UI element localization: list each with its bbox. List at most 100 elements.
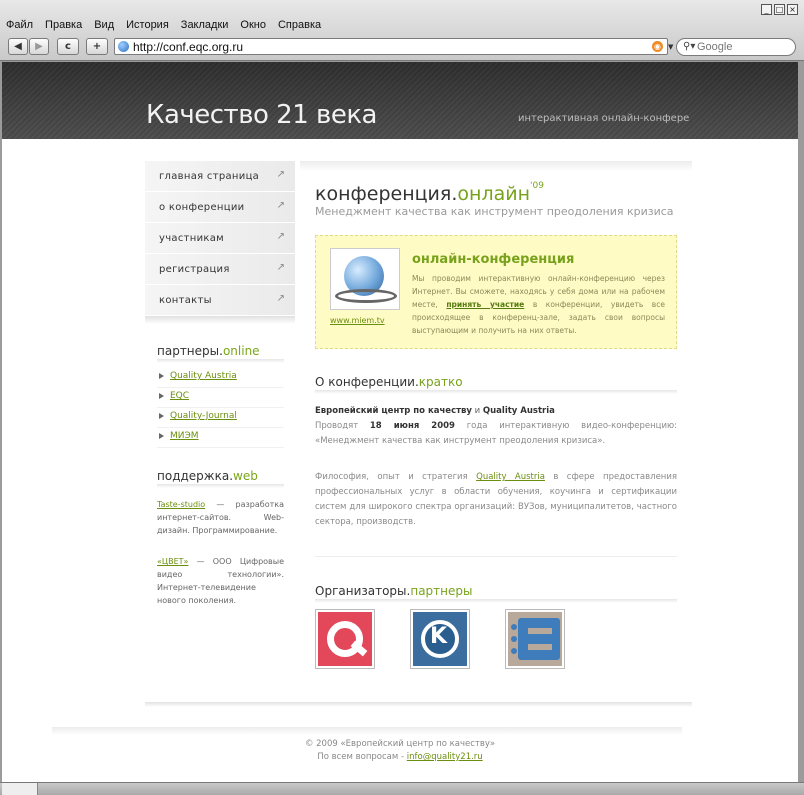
arrow-icon: ↗ xyxy=(276,293,285,304)
divider xyxy=(145,702,692,707)
forward-button[interactable]: ▶ xyxy=(29,38,49,55)
support-heading-accent: web xyxy=(233,469,258,483)
support-item-taste-studio: Taste-studio — разработка интернет-сайто… xyxy=(157,498,284,537)
divider xyxy=(315,599,677,603)
contact-line: По всем вопросам - info@quality21.ru xyxy=(2,751,798,764)
logo-k-mark: K xyxy=(413,612,467,666)
rss-icon[interactable]: ◉ xyxy=(652,41,663,52)
sidebar-shadow xyxy=(145,316,295,324)
miem-tv-link[interactable]: www.miem.tv xyxy=(330,316,385,325)
partners-heading: партнеры.online xyxy=(157,344,260,358)
bullet-icon xyxy=(159,373,164,379)
org-and: и xyxy=(471,406,483,416)
promo-text: Мы проводим интерактивную онлайн-конфере… xyxy=(412,272,665,337)
forward-icon: ▶ xyxy=(35,41,43,52)
menu-view[interactable]: Вид xyxy=(94,19,114,31)
menu-history[interactable]: История xyxy=(126,19,169,31)
site-header: Качество 21 века интерактивная онлайн-ко… xyxy=(2,62,798,139)
address-bar[interactable]: http://conf.eqc.org.ru ◉ xyxy=(114,38,668,55)
sidebar-item-label: контакты xyxy=(159,295,212,306)
cvet-link[interactable]: «ЦВЕТ» xyxy=(157,557,188,566)
header-shade xyxy=(2,62,798,139)
menu-window[interactable]: Окно xyxy=(240,19,266,31)
promo-heading: онлайн-конференция xyxy=(412,252,575,267)
back-button[interactable]: ◀ xyxy=(8,38,28,55)
online-conference-box: www.miem.tv онлайн-конференция Мы провод… xyxy=(315,235,677,349)
organizers-heading-accent: партнеры xyxy=(410,584,473,598)
miem-tv-image[interactable] xyxy=(330,248,400,310)
partner-link-eqc[interactable]: EQC xyxy=(170,391,189,401)
main-top-shadow xyxy=(300,161,692,171)
site-footer: © 2009 «Европейский центр по качеству» П… xyxy=(2,738,798,764)
about-heading-main: О конференции. xyxy=(315,375,419,389)
quality-austria-logo[interactable] xyxy=(315,609,375,669)
eqc-logo[interactable] xyxy=(505,609,565,669)
url-dropdown-icon[interactable]: ▼ xyxy=(668,43,673,51)
about-paragraph-1: Проводят 18 июня 2009 года интерактивную… xyxy=(315,419,677,449)
plus-icon: + xyxy=(92,41,102,52)
partners-list: Quality Austria EQC Quality-Journal МИЭМ xyxy=(157,368,284,448)
sidebar-item-contacts[interactable]: контакты ↗ xyxy=(145,285,295,316)
sidebar-item-label: главная страница xyxy=(159,171,260,182)
about-heading-accent: кратко xyxy=(418,375,463,389)
partners-heading-main: партнеры. xyxy=(157,344,223,358)
site-tagline: интерактивная онлайн-конфере xyxy=(518,113,690,124)
menu-edit[interactable]: Правка xyxy=(45,19,82,31)
partner-link-miem[interactable]: МИЭМ xyxy=(170,431,199,441)
menu-bookmarks[interactable]: Закладки xyxy=(181,19,229,31)
sidebar-item-home[interactable]: главная страница ↗ xyxy=(145,161,295,192)
menu-bar: Файл Правка Вид История Закладки Окно Сп… xyxy=(6,19,333,31)
minimize-icon[interactable]: _ xyxy=(761,4,772,15)
logo-e-dot xyxy=(511,636,517,642)
about-text: Европейский центр по качеству и Quality … xyxy=(315,404,677,530)
url-text[interactable]: http://conf.eqc.org.ru xyxy=(133,40,243,54)
sidebar-item-about[interactable]: о конференции ↗ xyxy=(145,192,295,223)
bullet-icon xyxy=(159,433,164,439)
divider xyxy=(315,556,677,557)
menu-file[interactable]: Файл xyxy=(6,19,33,31)
participate-link[interactable]: принять участие xyxy=(446,300,524,309)
site-title[interactable]: Качество 21 века xyxy=(146,100,378,130)
page-title-accent: онлайн xyxy=(457,183,530,205)
arrow-icon: ↗ xyxy=(276,231,285,242)
sidebar-item-registration[interactable]: регистрация ↗ xyxy=(145,254,295,285)
organizers-heading: Организаторы.партнеры xyxy=(315,584,472,598)
quality-austria-link[interactable]: Quality Austria xyxy=(476,472,545,482)
menu-help[interactable]: Справка xyxy=(278,19,321,31)
taste-studio-link[interactable]: Taste-studio xyxy=(157,500,205,509)
quality-journal-logo[interactable]: K xyxy=(410,609,470,669)
logo-e-dot xyxy=(511,624,517,630)
status-bar xyxy=(0,782,804,795)
back-icon: ◀ xyxy=(14,41,22,52)
close-icon[interactable]: × xyxy=(787,4,798,15)
maximize-icon[interactable]: □ xyxy=(774,4,785,15)
footer-shadow xyxy=(52,727,682,735)
list-item: МИЭМ xyxy=(157,428,284,448)
support-heading: поддержка.web xyxy=(157,469,258,483)
add-bookmark-button[interactable]: + xyxy=(86,38,108,55)
copyright: © 2009 «Европейский центр по качеству» xyxy=(304,739,496,749)
logo-e-block xyxy=(518,618,560,660)
page-title-year: '09 xyxy=(530,181,544,191)
search-field[interactable]: ⚲▾ Google xyxy=(676,38,796,56)
partner-link-quality-journal[interactable]: Quality-Journal xyxy=(170,411,237,421)
logo-e-mark xyxy=(508,612,562,666)
list-item: Quality-Journal xyxy=(157,408,284,428)
page-viewport: Качество 21 века интерактивная онлайн-ко… xyxy=(2,62,798,782)
partner-link-quality-austria[interactable]: Quality Austria xyxy=(170,371,237,381)
arrow-icon: ↗ xyxy=(276,200,285,211)
globe-icon xyxy=(118,41,129,52)
logo-k-letter: K xyxy=(430,624,448,649)
status-field xyxy=(2,783,38,795)
about-heading: О конференции.кратко xyxy=(315,375,463,389)
email-link[interactable]: info@quality21.ru xyxy=(407,752,483,762)
reload-button[interactable]: c xyxy=(57,38,79,55)
sidebar-item-label: о конференции xyxy=(159,202,245,213)
logo-e-dot xyxy=(511,648,517,654)
p2-start: Философия, опыт и стратегия xyxy=(315,472,477,482)
logo-e-bar xyxy=(528,644,552,650)
window-controls: _ □ × xyxy=(761,4,798,15)
divider xyxy=(315,390,677,394)
sidebar-item-participants[interactable]: участникам ↗ xyxy=(145,223,295,254)
